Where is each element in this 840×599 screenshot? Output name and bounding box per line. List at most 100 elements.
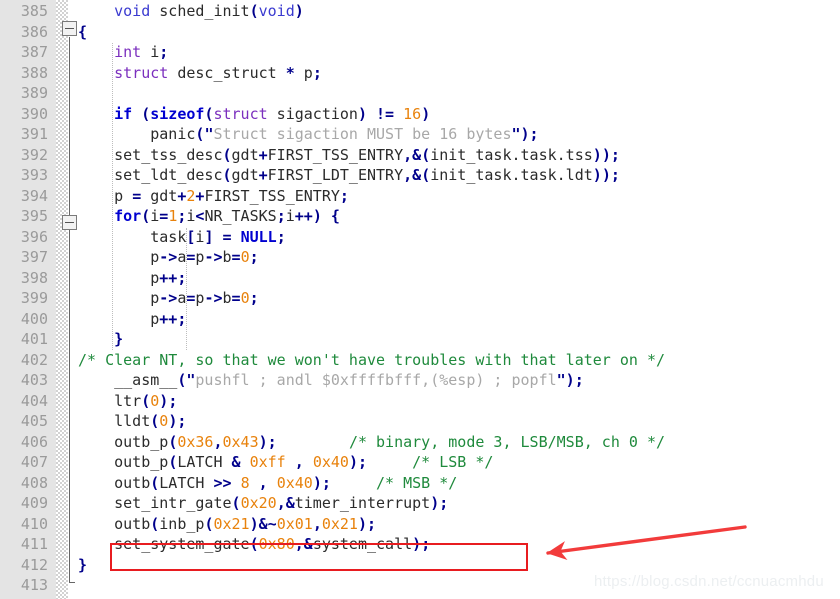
code-line[interactable]: void sched_init(void) [78, 1, 840, 22]
code-token: pushfl ; andl $0xffffbfff,(%esp) ; popfl [195, 371, 557, 389]
code-line[interactable]: } [78, 329, 840, 350]
code-line[interactable]: { [78, 22, 840, 43]
code-line[interactable]: set_tss_desc(gdt+FIRST_TSS_ENTRY,&(init_… [78, 145, 840, 166]
code-token: /* MSB */ [376, 473, 458, 492]
code-token: inb_p [159, 514, 205, 533]
code-token: ( [168, 453, 178, 471]
code-line[interactable]: for(i=1;i<NR_TASKS;i++) { [78, 206, 840, 227]
code-token: timer_interrupt [294, 494, 431, 512]
code-token: if [114, 104, 133, 123]
code-line[interactable] [78, 83, 840, 104]
code-line[interactable]: p->a=p->b=0; [78, 288, 840, 309]
code-token: -> [204, 289, 223, 307]
code-token: 0xff [249, 453, 286, 471]
line-number: 413 [20, 576, 48, 594]
code-line[interactable]: outb_p(0x36,0x43); /* binary, mode 3, LS… [78, 432, 840, 453]
code-line[interactable]: outb(inb_p(0x21)&~0x01,0x21); [78, 514, 840, 535]
code-token: { [78, 22, 88, 41]
code-token: set_intr_gate [78, 494, 232, 512]
code-token: ; [529, 125, 539, 143]
code-line[interactable]: /* Clear NT, so that we won't have troub… [78, 350, 840, 371]
code-line[interactable]: task[i] = NULL; [78, 227, 840, 248]
line-number: 412 [20, 555, 48, 574]
code-line[interactable]: if (sizeof(struct sigaction) != 16) [78, 104, 840, 125]
code-token: gdt [231, 145, 259, 164]
code-token: ( [168, 432, 178, 451]
code-token: ( [150, 412, 160, 430]
code-token: ; [177, 268, 187, 287]
highlight-rectangle-annotation [110, 543, 528, 571]
code-line[interactable]: p = gdt+2+FIRST_TSS_ENTRY; [78, 186, 840, 207]
code-token: ( [421, 145, 431, 164]
code-token: } [78, 555, 88, 574]
line-number: 396 [20, 227, 48, 246]
code-token: void [258, 2, 295, 20]
code-line[interactable]: __asm__("pushfl ; andl $0xffffbfff,(%esp… [78, 370, 840, 391]
code-line[interactable]: p++; [78, 309, 840, 330]
code-token: ++ [159, 268, 178, 287]
line-number: 386 [20, 22, 48, 41]
code-token: ( [150, 514, 160, 533]
code-token: = [231, 248, 241, 266]
fold-toggle-box-outer[interactable] [62, 21, 77, 36]
site-watermark: https://blog.csdn.net/ccnuacmhdu [594, 573, 824, 590]
code-token: init_task.task.ldt [430, 166, 593, 184]
code-token: ) [430, 494, 440, 512]
code-token: ( [141, 207, 151, 225]
code-token: + [258, 145, 268, 164]
line-number: 404 [20, 391, 48, 410]
code-token: 0 [240, 248, 250, 266]
code-token: ) [592, 166, 602, 184]
code-token: for [114, 207, 142, 225]
code-token: ; [321, 473, 331, 492]
code-line[interactable]: set_intr_gate(0x20,&timer_interrupt); [78, 493, 840, 514]
code-token: -> [159, 248, 178, 266]
code-line[interactable]: outb(LATCH >> 8 , 0x40); /* MSB */ [78, 473, 840, 494]
code-token: outb [78, 514, 151, 533]
fold-toggle-box-inner[interactable] [62, 215, 77, 230]
code-line[interactable]: p->a=p->b=0; [78, 247, 840, 268]
code-line[interactable]: outb_p(LATCH & 0xff , 0x40); /* LSB */ [78, 452, 840, 473]
code-token: & [285, 494, 295, 512]
code-token: " [556, 371, 566, 389]
code-token: ; [610, 145, 620, 164]
line-number: 390 [20, 104, 48, 123]
code-token: ( [222, 145, 232, 164]
line-number: 397 [20, 248, 48, 266]
code-line[interactable]: int i; [78, 42, 840, 63]
code-token: } [114, 330, 124, 348]
code-token: set_tss_desc [78, 145, 223, 164]
code-token: ) [168, 412, 178, 430]
code-token: FIRST_TSS_ENTRY [204, 186, 340, 205]
code-folding-column[interactable] [56, 0, 68, 599]
code-token: i [285, 207, 295, 225]
code-token: 0x43 [222, 432, 259, 451]
code-token: ) [520, 125, 530, 143]
code-token: = [132, 186, 142, 205]
code-line[interactable]: set_ldt_desc(gdt+FIRST_LDT_ENTRY,&(init_… [78, 165, 840, 186]
code-token: ; [574, 371, 584, 389]
code-token: p [78, 268, 160, 287]
code-line[interactable]: panic("Struct sigaction MUST be 16 bytes… [78, 124, 840, 145]
code-token: desc_struct [168, 63, 286, 82]
code-line[interactable]: p++; [78, 268, 840, 289]
code-line[interactable]: lldt(0); [78, 411, 840, 432]
code-line[interactable]: struct desc_struct * p; [78, 63, 840, 84]
line-number: 389 [20, 84, 48, 102]
code-token: ++ [159, 309, 178, 328]
line-number: 393 [20, 166, 48, 184]
code-line[interactable]: ltr(0); [78, 391, 840, 412]
code-token: init_task.task.tss [430, 145, 593, 164]
code-token: b [222, 248, 232, 266]
code-token: ) [249, 514, 259, 533]
code-token: ) [348, 453, 358, 471]
code-text-area[interactable]: void sched_init(void){ int i; struct des… [78, 0, 840, 596]
code-token: ( [421, 166, 431, 184]
line-number: 410 [20, 514, 48, 533]
code-token: ~ [267, 514, 277, 533]
